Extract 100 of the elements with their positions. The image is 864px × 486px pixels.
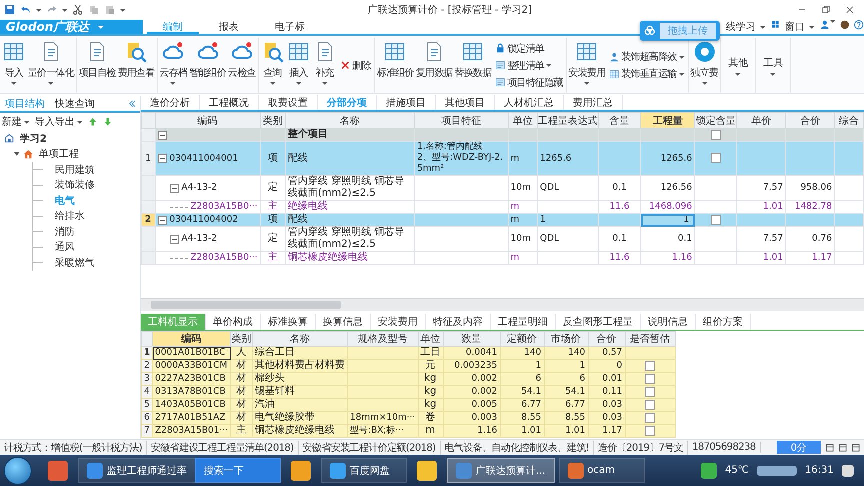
ribbon-button[interactable]: 费用查看 <box>116 38 156 93</box>
taskbar-button[interactable]: ocam <box>558 458 645 483</box>
toolbar-menu[interactable]: 导入导出 <box>35 115 83 129</box>
ribbon-button[interactable]: 工具 <box>757 38 790 93</box>
tree-item[interactable]: 学习2 <box>18 132 49 146</box>
start-button[interactable] <box>4 456 32 484</box>
view-tab[interactable]: 其他项目 <box>436 95 495 110</box>
collapse-icon[interactable] <box>170 184 179 192</box>
ribbon-button[interactable]: 云存档 <box>158 38 188 93</box>
view-tab[interactable]: 费用汇总 <box>564 95 623 110</box>
ribbon-button[interactable]: 复用数据 <box>414 38 454 93</box>
ribbon-button[interactable]: 装饰超高降效 <box>608 50 685 64</box>
horizontal-scrollbar[interactable] <box>141 298 864 311</box>
ribbon-button[interactable]: 标准组价 <box>376 38 415 93</box>
checkbox[interactable] <box>645 412 655 423</box>
user-icon[interactable] <box>820 20 830 30</box>
ribbon-button[interactable]: 查询 <box>260 38 286 93</box>
toolbar-menu[interactable]: 新建 <box>2 115 30 129</box>
down-arrow-icon[interactable] <box>103 117 113 127</box>
tree-item[interactable]: 民用建筑 <box>53 162 97 177</box>
taskbar-button[interactable]: 广联达预算计... <box>447 458 555 483</box>
column-header[interactable]: 编码 <box>155 112 260 128</box>
ribbon-button[interactable]: 其他 <box>722 38 754 93</box>
taskbar-button[interactable]: 监理工程师通过率 <box>78 458 195 483</box>
checkbox[interactable] <box>710 153 721 164</box>
taskbar-button[interactable]: 搜索一下 <box>195 458 281 483</box>
column-header[interactable]: 市场价 <box>544 332 588 346</box>
tree-item[interactable]: 单项工程 <box>37 147 81 162</box>
save-icon[interactable] <box>4 4 16 16</box>
column-header[interactable]: 编码 <box>152 332 231 346</box>
ribbon-tab[interactable]: 报表 <box>203 20 255 34</box>
checkbox[interactable] <box>710 214 721 225</box>
column-header[interactable]: 单位 <box>508 112 538 128</box>
column-header[interactable]: 工程量 <box>640 112 695 128</box>
checkbox[interactable] <box>645 360 655 371</box>
checkbox[interactable] <box>645 400 655 410</box>
column-header[interactable]: 项目特征 <box>414 112 508 128</box>
avatar-icon[interactable] <box>840 20 850 30</box>
column-header[interactable]: 工程量表达式 <box>538 112 599 128</box>
column-header[interactable]: 类别 <box>230 332 253 346</box>
tree-item[interactable]: 装饰装修 <box>53 178 97 192</box>
tree-item[interactable]: 给排水 <box>53 209 87 224</box>
checkbox[interactable] <box>710 130 721 140</box>
ribbon-button[interactable]: 项目自检 <box>78 38 117 93</box>
app-icon[interactable] <box>417 460 437 480</box>
column-header[interactable]: 单位 <box>418 332 443 346</box>
column-header[interactable]: 名称 <box>252 332 348 346</box>
menu-link[interactable]: 窗口 <box>780 20 820 34</box>
expand-arrow-icon[interactable] <box>14 152 20 156</box>
ribbon-button[interactable]: 安装费用 <box>568 38 607 93</box>
column-header[interactable]: 定额价 <box>500 332 544 346</box>
ribbon-button[interactable]: 删除 <box>340 58 372 72</box>
column-header[interactable]: 数量 <box>443 332 500 346</box>
taskbar-button[interactable]: 百度网盘 <box>321 458 407 483</box>
collapse-icon[interactable] <box>127 98 137 108</box>
ribbon-button[interactable]: 锁定清单 <box>494 42 563 56</box>
column-header[interactable]: 名称 <box>286 112 415 128</box>
cut-icon[interactable] <box>72 4 84 16</box>
panel-tab[interactable]: 快速查询 <box>50 96 100 111</box>
column-header[interactable]: 综合 <box>834 112 864 128</box>
app-icon[interactable] <box>48 460 68 480</box>
help-icon[interactable] <box>854 20 864 30</box>
tree-item[interactable]: 通风 <box>53 240 77 254</box>
tree-item[interactable]: 采暖燃气 <box>53 256 97 270</box>
collapse-icon[interactable] <box>170 234 179 244</box>
view-tab[interactable]: 人材机汇总 <box>495 95 564 110</box>
tray-icon[interactable] <box>701 462 718 478</box>
collapse-icon[interactable] <box>158 154 167 163</box>
view-tab[interactable]: 造价分析 <box>141 95 200 110</box>
ribbon-button[interactable]: 整理清单 <box>494 58 563 72</box>
collapse-icon[interactable] <box>158 216 167 224</box>
collapse-icon[interactable] <box>158 130 167 140</box>
checkbox[interactable] <box>645 386 655 397</box>
column-header[interactable]: 含量 <box>598 112 641 128</box>
ribbon-button[interactable]: 量价一体化 <box>27 38 76 93</box>
ribbon-button[interactable]: 智能组价 <box>188 38 228 93</box>
column-header[interactable]: 是否暂估 <box>625 332 675 346</box>
view-tab[interactable]: 工程概况 <box>200 95 259 110</box>
column-header[interactable]: 单价 <box>736 112 786 128</box>
close-icon[interactable] <box>844 4 856 16</box>
ribbon-button[interactable]: 项目特征隐藏 <box>494 76 563 90</box>
tree-item[interactable]: 消防 <box>53 224 77 239</box>
column-header[interactable]: 规格及型号 <box>348 332 418 346</box>
column-header[interactable]: 合价 <box>786 112 835 128</box>
tray-icon[interactable] <box>757 466 798 476</box>
window-icon[interactable] <box>838 442 848 452</box>
paste-icon[interactable] <box>104 4 116 16</box>
ribbon-tab[interactable]: 电子标 <box>259 20 321 34</box>
view-tab[interactable]: 取费设置 <box>259 95 318 110</box>
window-icon[interactable] <box>825 442 835 452</box>
menu-link[interactable]: 线学习 <box>721 20 771 34</box>
restore-icon[interactable] <box>820 4 832 16</box>
column-header[interactable]: 锁定含量 <box>694 112 737 128</box>
checkbox[interactable] <box>645 426 655 436</box>
up-arrow-icon[interactable] <box>88 117 98 127</box>
view-tab[interactable]: 措施项目 <box>377 95 436 110</box>
column-header[interactable]: 类别 <box>260 112 286 128</box>
ribbon-button[interactable]: 导入 <box>1 38 27 93</box>
ribbon-button[interactable]: 补充 <box>312 38 338 93</box>
column-header[interactable]: 合价 <box>588 332 625 346</box>
